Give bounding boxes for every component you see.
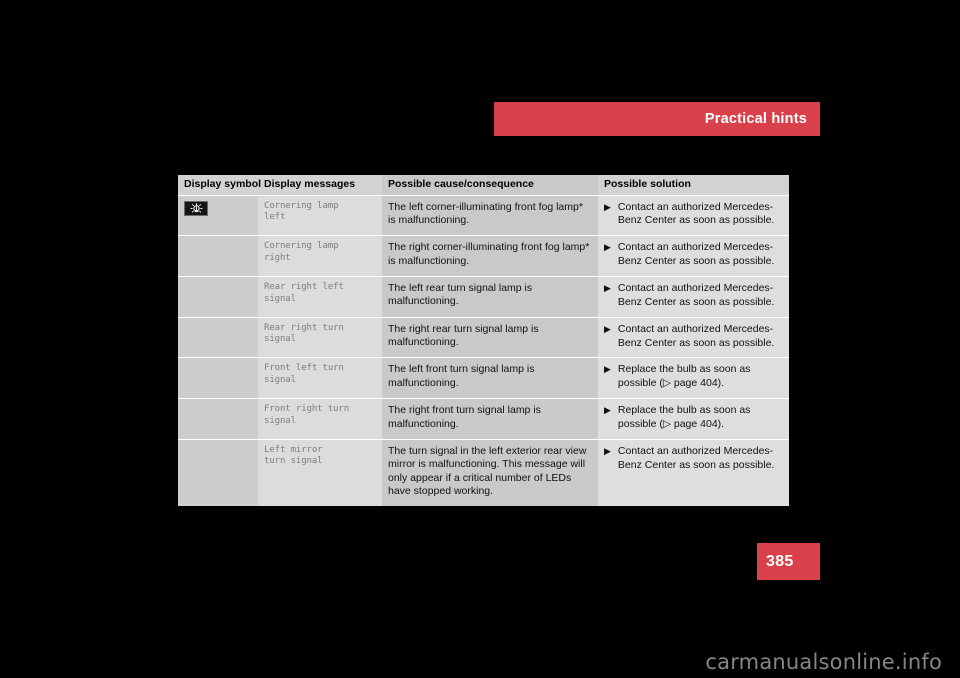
triangle-bullet-icon: ▶	[604, 364, 611, 375]
cell-display-symbol	[178, 357, 258, 399]
solution-main-text: Contact an authorized Mercedes-Benz Cent…	[617, 200, 775, 227]
solution-bullet-item: ▶ Replace the bulb as soon as possible (▷…	[604, 363, 784, 391]
cell-display-symbol	[178, 316, 258, 358]
cell-display-message: Left mirror turn signal	[258, 438, 382, 506]
solution-text: Replace the bulb as soon as possible (▷ …	[618, 363, 784, 391]
cell-possible-cause: The right corner-illuminating front fog …	[382, 235, 598, 277]
solution-main-text: Contact an authorized Mercedes-Benz Cent…	[617, 322, 775, 349]
cell-possible-cause: The right rear turn signal lamp is malfu…	[382, 316, 598, 358]
cell-display-message: Front left turn signal	[258, 357, 382, 399]
cell-possible-solution: ▶ Replace the bulb as soon as possible (▷…	[598, 357, 789, 399]
solution-bullet-item: ▶ Contact an authorized Mercedes-Benz Cen…	[604, 282, 784, 310]
column-header-display-symbol: Display symbol	[178, 175, 261, 196]
cell-display-message: Rear right turn signal	[258, 316, 382, 358]
cell-possible-cause: The left front turn signal lamp is malfu…	[382, 357, 598, 399]
solution-bullet-item: ▶ Replace the bulb as soon as possible (▷…	[604, 404, 784, 432]
solution-text: Replace the bulb as soon as possible (▷ …	[618, 404, 784, 432]
page-cross-reference[interactable]: (▷ page 404).	[659, 418, 724, 430]
cell-possible-solution: ▶ Contact an authorized Mercedes-Benz Cen…	[598, 195, 789, 236]
solution-text: Contact an authorized Mercedes-Benz Cent…	[618, 201, 784, 229]
lamp-indicator-glyph	[189, 202, 203, 213]
column-header-possible-cause: Possible cause/consequence	[382, 175, 598, 196]
cell-display-message: Cornering lamp left	[258, 195, 382, 236]
cell-possible-cause: The left corner-illuminating front fog l…	[382, 195, 598, 236]
table-row: Left mirror turn signal The turn signal i…	[178, 438, 789, 506]
solution-text: Contact an authorized Mercedes-Benz Cent…	[618, 241, 784, 269]
column-header-display-messages: Display messages	[258, 175, 382, 196]
cell-possible-solution: ▶ Replace the bulb as soon as possible (▷…	[598, 398, 789, 440]
cell-display-symbol	[178, 195, 258, 236]
solution-bullet-item: ▶ Contact an authorized Mercedes-Benz Cen…	[604, 323, 784, 351]
page-cross-reference[interactable]: (▷ page 404).	[659, 377, 724, 389]
solution-text: Contact an authorized Mercedes-Benz Cent…	[618, 323, 784, 351]
page-number-badge: 385	[757, 543, 820, 580]
triangle-bullet-icon: ▶	[604, 323, 611, 334]
cell-display-symbol	[178, 398, 258, 440]
solution-bullet-item: ▶ Contact an authorized Mercedes-Benz Cen…	[604, 445, 784, 473]
table-row: Cornering lamp left The left corner-illum…	[178, 195, 789, 236]
table-header-row: Display symbol Display messages Possible…	[178, 175, 789, 196]
solution-text: Contact an authorized Mercedes-Benz Cent…	[618, 445, 784, 473]
cell-possible-cause: The left rear turn signal lamp is malfun…	[382, 275, 598, 318]
solution-main-text: Contact an authorized Mercedes-Benz Cent…	[617, 444, 775, 471]
cell-possible-cause: The turn signal in the left exterior rea…	[382, 438, 598, 506]
table-header: Display symbol Display messages Possible…	[178, 175, 789, 196]
triangle-bullet-icon: ▶	[604, 201, 611, 212]
cell-display-symbol	[178, 235, 258, 277]
page-title: Practical hints	[704, 111, 807, 127]
cell-display-message: Cornering lamp right	[258, 235, 382, 277]
column-header-possible-solution: Possible solution	[598, 175, 789, 196]
cell-possible-solution: ▶ Contact an authorized Mercedes-Benz Cen…	[598, 275, 789, 318]
solution-bullet-item: ▶ Contact an authorized Mercedes-Benz Cen…	[604, 201, 784, 229]
table-row: Front left turn signal The left front tur…	[178, 357, 789, 399]
lamp-indicator-icon	[184, 200, 208, 216]
cell-possible-solution: ▶ Contact an authorized Mercedes-Benz Cen…	[598, 438, 789, 506]
cell-display-symbol	[178, 275, 258, 318]
cell-possible-solution: ▶ Contact an authorized Mercedes-Benz Cen…	[598, 316, 789, 358]
table-body: Cornering lamp left The left corner-illum…	[178, 195, 789, 506]
table-row: Rear right turn signal The right rear tur…	[178, 316, 789, 358]
cell-display-message: Rear right left signal	[258, 275, 382, 318]
table-row: Cornering lamp right The right corner-ill…	[178, 235, 789, 277]
table-row: Front right turn signal The right front t…	[178, 398, 789, 440]
display-messages-table: Display symbol Display messages Possible…	[178, 175, 789, 506]
solution-text: Contact an authorized Mercedes-Benz Cent…	[618, 282, 784, 310]
triangle-bullet-icon: ▶	[604, 445, 611, 456]
solution-main-text: Contact an authorized Mercedes-Benz Cent…	[617, 281, 775, 308]
running-head-bar: Practical hints	[494, 102, 820, 136]
triangle-bullet-icon: ▶	[604, 242, 611, 253]
cell-possible-solution: ▶ Contact an authorized Mercedes-Benz Cen…	[598, 235, 789, 277]
solution-bullet-item: ▶ Contact an authorized Mercedes-Benz Cen…	[604, 241, 784, 269]
page-number: 385	[766, 552, 794, 570]
triangle-bullet-icon: ▶	[604, 405, 611, 416]
triangle-bullet-icon: ▶	[604, 282, 611, 293]
cell-possible-cause: The right front turn signal lamp is malf…	[382, 398, 598, 440]
table-row: Rear right left signal The left rear turn…	[178, 275, 789, 318]
watermark-text: carmanualsonline.info	[705, 650, 942, 674]
cell-display-symbol	[178, 438, 258, 506]
solution-main-text: Contact an authorized Mercedes-Benz Cent…	[617, 241, 775, 268]
cell-display-message: Front right turn signal	[258, 398, 382, 440]
